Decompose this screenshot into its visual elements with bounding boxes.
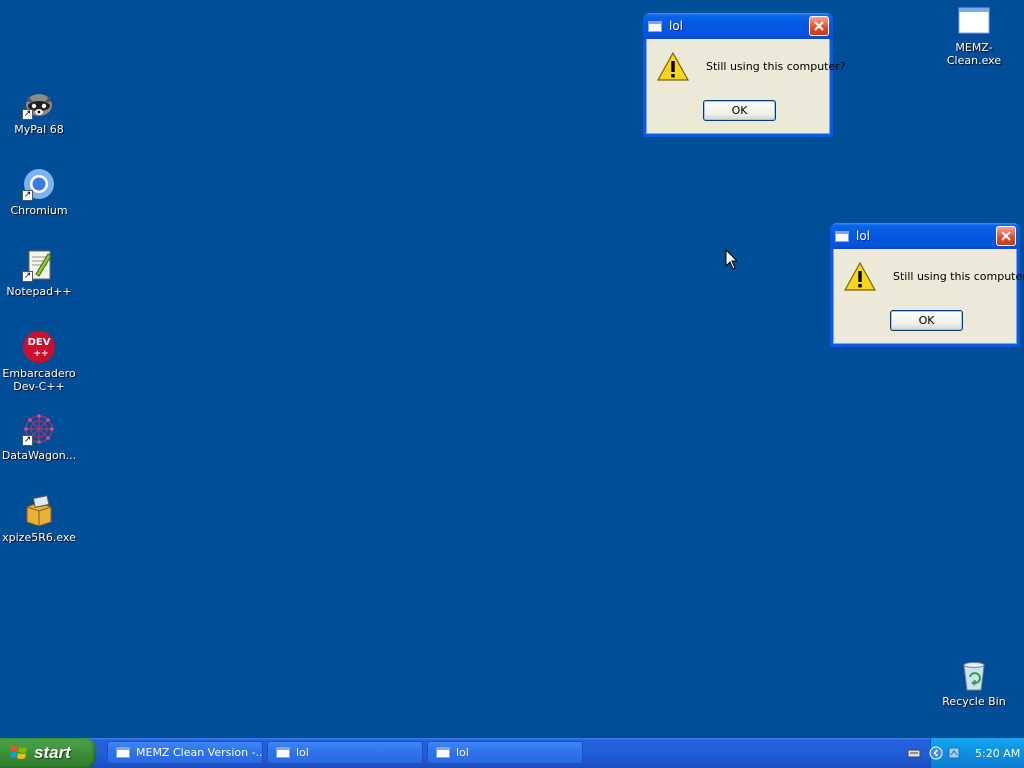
desktop-icon-label: MEMZ-Clean.exe xyxy=(946,41,1002,67)
window-icon xyxy=(276,747,290,758)
taskbar-item-label: lol xyxy=(456,746,469,759)
close-button[interactable] xyxy=(996,226,1016,246)
dialog-title: lol xyxy=(669,19,684,33)
desktop-icon-label: Notepad++ xyxy=(6,285,72,298)
message-dialog-2[interactable]: lol Still using this computer? OK xyxy=(830,223,1024,347)
close-icon xyxy=(1001,231,1011,241)
clock[interactable]: 5:20 AM xyxy=(975,747,1020,760)
close-icon xyxy=(814,21,824,31)
show-hidden-icons-icon[interactable] xyxy=(929,746,943,760)
keyboard-icon[interactable] xyxy=(907,746,921,760)
desktop-icon-datawagon[interactable]: ↗ DataWagon... xyxy=(0,412,78,462)
desktop-icon-memz[interactable]: MEMZ-Clean.exe xyxy=(935,4,1013,67)
chromium-icon: ↗ xyxy=(22,167,56,201)
desktop-icon-label: Chromium xyxy=(10,204,68,217)
taskbar-item-lol-2[interactable]: lol xyxy=(427,741,583,764)
ok-button[interactable]: OK xyxy=(890,310,963,331)
dialog-body: Still using this computer? OK xyxy=(646,39,846,134)
windows-logo-icon xyxy=(10,746,27,759)
desktop-icon-label: Recycle Bin xyxy=(942,695,1006,708)
notepadpp-icon: ↗ xyxy=(22,248,56,282)
dialog-message: Still using this computer? xyxy=(706,60,846,73)
message-dialog-1[interactable]: lol Still using this computer? OK xyxy=(643,13,846,137)
dialog-titlebar[interactable]: lol xyxy=(643,13,833,39)
dialog-message: Still using this computer? xyxy=(893,270,1024,283)
installer-box-icon xyxy=(22,494,56,528)
desktop-icon-notepadpp[interactable]: ↗ Notepad++ xyxy=(0,248,78,298)
svg-text:++: ++ xyxy=(33,349,48,359)
dialog-title: lol xyxy=(856,229,871,243)
desktop-icon-devcpp[interactable]: DEV ++ Embarcadero Dev-C++ xyxy=(0,330,78,393)
close-button[interactable] xyxy=(809,16,829,36)
desktop-icon-label: xpize5R6.exe xyxy=(2,531,76,544)
desktop: ↗ MyPal 68 ↗ Chromium ↗ Notepad++ DEV ++… xyxy=(0,0,1024,738)
taskbar: start MEMZ Clean Version -... lol lol 5:… xyxy=(0,738,1024,768)
desktop-icon-xpize[interactable]: xpize5R6.exe xyxy=(0,494,78,544)
devcpp-logo-text: DEV xyxy=(28,337,51,348)
window-icon xyxy=(436,747,450,758)
start-button[interactable]: start xyxy=(0,738,96,768)
system-tray: 5:20 AM xyxy=(907,738,1024,768)
shortcut-arrow-icon: ↗ xyxy=(22,435,33,446)
mypal-icon: ↗ xyxy=(22,86,56,120)
window-icon xyxy=(835,230,849,242)
desktop-icon-recycle-bin[interactable]: Recycle Bin xyxy=(935,658,1013,708)
ok-button[interactable]: OK xyxy=(703,100,776,121)
devcpp-icon: DEV ++ xyxy=(22,330,56,364)
desktop-icon-mypal[interactable]: ↗ MyPal 68 xyxy=(0,86,78,136)
desktop-icon-label: MyPal 68 xyxy=(14,123,64,136)
taskbar-item-label: lol xyxy=(296,746,309,759)
dialog-titlebar[interactable]: lol xyxy=(830,223,1020,249)
shortcut-arrow-icon: ↗ xyxy=(22,271,33,282)
dialog-body: Still using this computer? OK xyxy=(833,249,1024,344)
desktop-icon-label: DataWagon... xyxy=(1,449,77,462)
desktop-icon-label: Embarcadero Dev-C++ xyxy=(2,367,76,393)
shortcut-arrow-icon: ↗ xyxy=(22,190,33,201)
recycle-bin-icon xyxy=(957,658,991,692)
start-label: start xyxy=(34,743,71,762)
shortcut-arrow-icon: ↗ xyxy=(22,109,33,120)
datawagon-icon: ↗ xyxy=(22,412,56,446)
warning-icon xyxy=(657,51,689,81)
taskbar-item-label: MEMZ Clean Version -... xyxy=(136,746,263,759)
safely-remove-hardware-icon[interactable] xyxy=(947,746,961,760)
mouse-cursor-icon xyxy=(725,249,738,270)
desktop-icon-chromium[interactable]: ↗ Chromium xyxy=(0,167,78,217)
warning-icon xyxy=(844,261,876,291)
window-icon xyxy=(648,20,662,32)
taskbar-item-lol-1[interactable]: lol xyxy=(267,741,423,764)
taskbar-item-memz[interactable]: MEMZ Clean Version -... xyxy=(107,741,263,764)
window-icon xyxy=(116,747,130,758)
application-window-icon xyxy=(957,4,991,38)
